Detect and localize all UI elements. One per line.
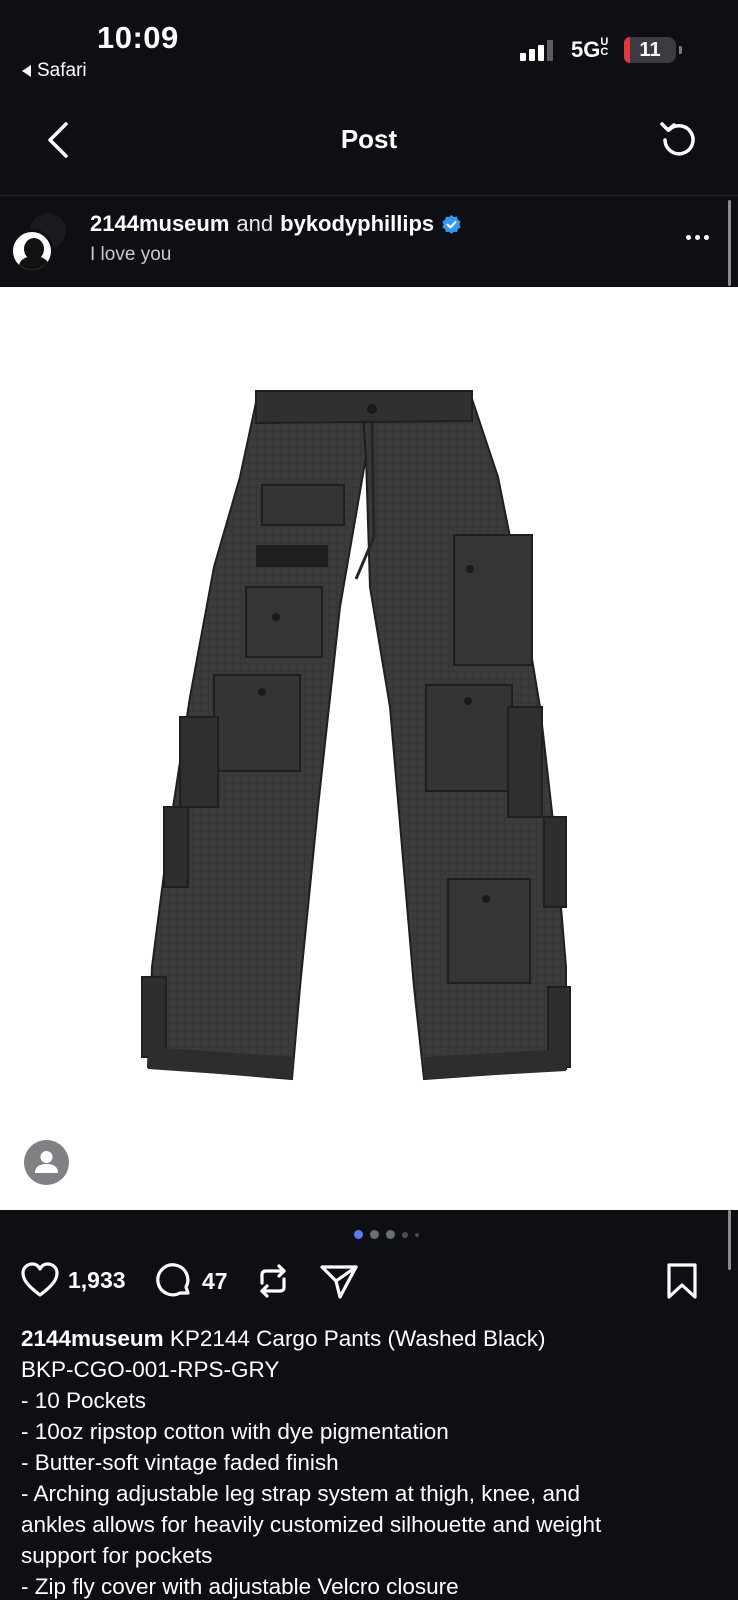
scrollbar-lower[interactable]: [728, 1210, 731, 1270]
bookmark-icon: [667, 1263, 697, 1299]
avatar[interactable]: [10, 211, 72, 273]
author-avatar: [10, 229, 54, 273]
network-indicator: 5GUC: [571, 37, 610, 63]
cellular-signal-icon: [520, 39, 553, 61]
comment-count: 47: [202, 1267, 228, 1294]
tagged-users-icon[interactable]: [24, 1140, 69, 1185]
cargo-pants-image: [141, 390, 571, 1081]
carousel-indicator: [0, 1230, 738, 1239]
post-subtitle: I love you: [90, 244, 172, 265]
post-header: 2144museum and bykodyphillips I love you: [0, 197, 738, 287]
more-options-icon[interactable]: [686, 235, 709, 240]
post-caption: 2144museum KP2144 Cargo Pants (Washed Bl…: [21, 1323, 721, 1600]
save-button[interactable]: [664, 1261, 700, 1301]
caption-line: - Zip fly cover with adjustable Velcro c…: [21, 1574, 459, 1599]
carousel-dot: [401, 1231, 408, 1238]
refresh-icon[interactable]: [656, 117, 702, 163]
battery-icon: 11: [624, 37, 682, 63]
repost-button[interactable]: [254, 1261, 292, 1301]
repost-icon: [260, 1264, 286, 1298]
caption-line: ankles allows for heavily customized sil…: [21, 1512, 602, 1537]
caption-username[interactable]: 2144museum: [21, 1326, 164, 1351]
post-authors: 2144museum and bykodyphillips: [90, 211, 462, 237]
heart-icon: [21, 1262, 59, 1297]
back-app-label: Safari: [37, 60, 87, 81]
coauthor-link[interactable]: bykodyphillips: [280, 211, 434, 237]
share-button[interactable]: [318, 1261, 360, 1301]
post-image[interactable]: [0, 287, 738, 1210]
network-suffix: UC: [600, 36, 609, 58]
verified-badge-icon: [442, 214, 461, 234]
caption-line: - 10 Pockets: [21, 1388, 147, 1413]
comment-button[interactable]: 47: [154, 1261, 228, 1301]
caption-line: KP2144 Cargo Pants (Washed Black): [169, 1326, 546, 1351]
like-button[interactable]: 1,933: [20, 1261, 126, 1299]
caption-first-line: 2144museum KP2144 Cargo Pants (Washed Bl…: [21, 1323, 721, 1354]
caption-line: BKP-CGO-001-RPS-GRY: [21, 1357, 280, 1382]
send-icon: [320, 1265, 358, 1299]
nav-bar: Post: [0, 95, 738, 185]
status-time: 10:09: [97, 20, 179, 55]
status-bar: 10:09 Safari 5GUC 11: [0, 0, 738, 90]
battery-level: 11: [639, 38, 661, 61]
caption-line: - Butter-soft vintage faded finish: [21, 1450, 339, 1475]
back-triangle-icon: [22, 65, 31, 77]
carousel-dot: [385, 1230, 395, 1239]
nav-divider: [0, 195, 738, 196]
carousel-dot: [414, 1232, 419, 1237]
caption-line: - 10oz ripstop cotton with dye pigmentat…: [21, 1419, 449, 1444]
scrollbar[interactable]: [728, 200, 731, 286]
comment-icon: [156, 1263, 190, 1297]
caption-line: - Arching adjustable leg strap system at…: [21, 1481, 581, 1506]
carousel-dot: [369, 1230, 379, 1239]
network-label: 5G: [571, 37, 601, 62]
author-link[interactable]: 2144museum: [90, 211, 229, 237]
action-bar: 1,933 47: [0, 1255, 738, 1315]
page-title: Post: [340, 124, 398, 154]
back-to-safari[interactable]: Safari: [22, 60, 87, 82]
like-count: 1,933: [68, 1266, 126, 1293]
caption-line: support for pockets: [21, 1543, 213, 1568]
carousel-dot: [353, 1230, 363, 1239]
and-text: and: [236, 211, 274, 236]
